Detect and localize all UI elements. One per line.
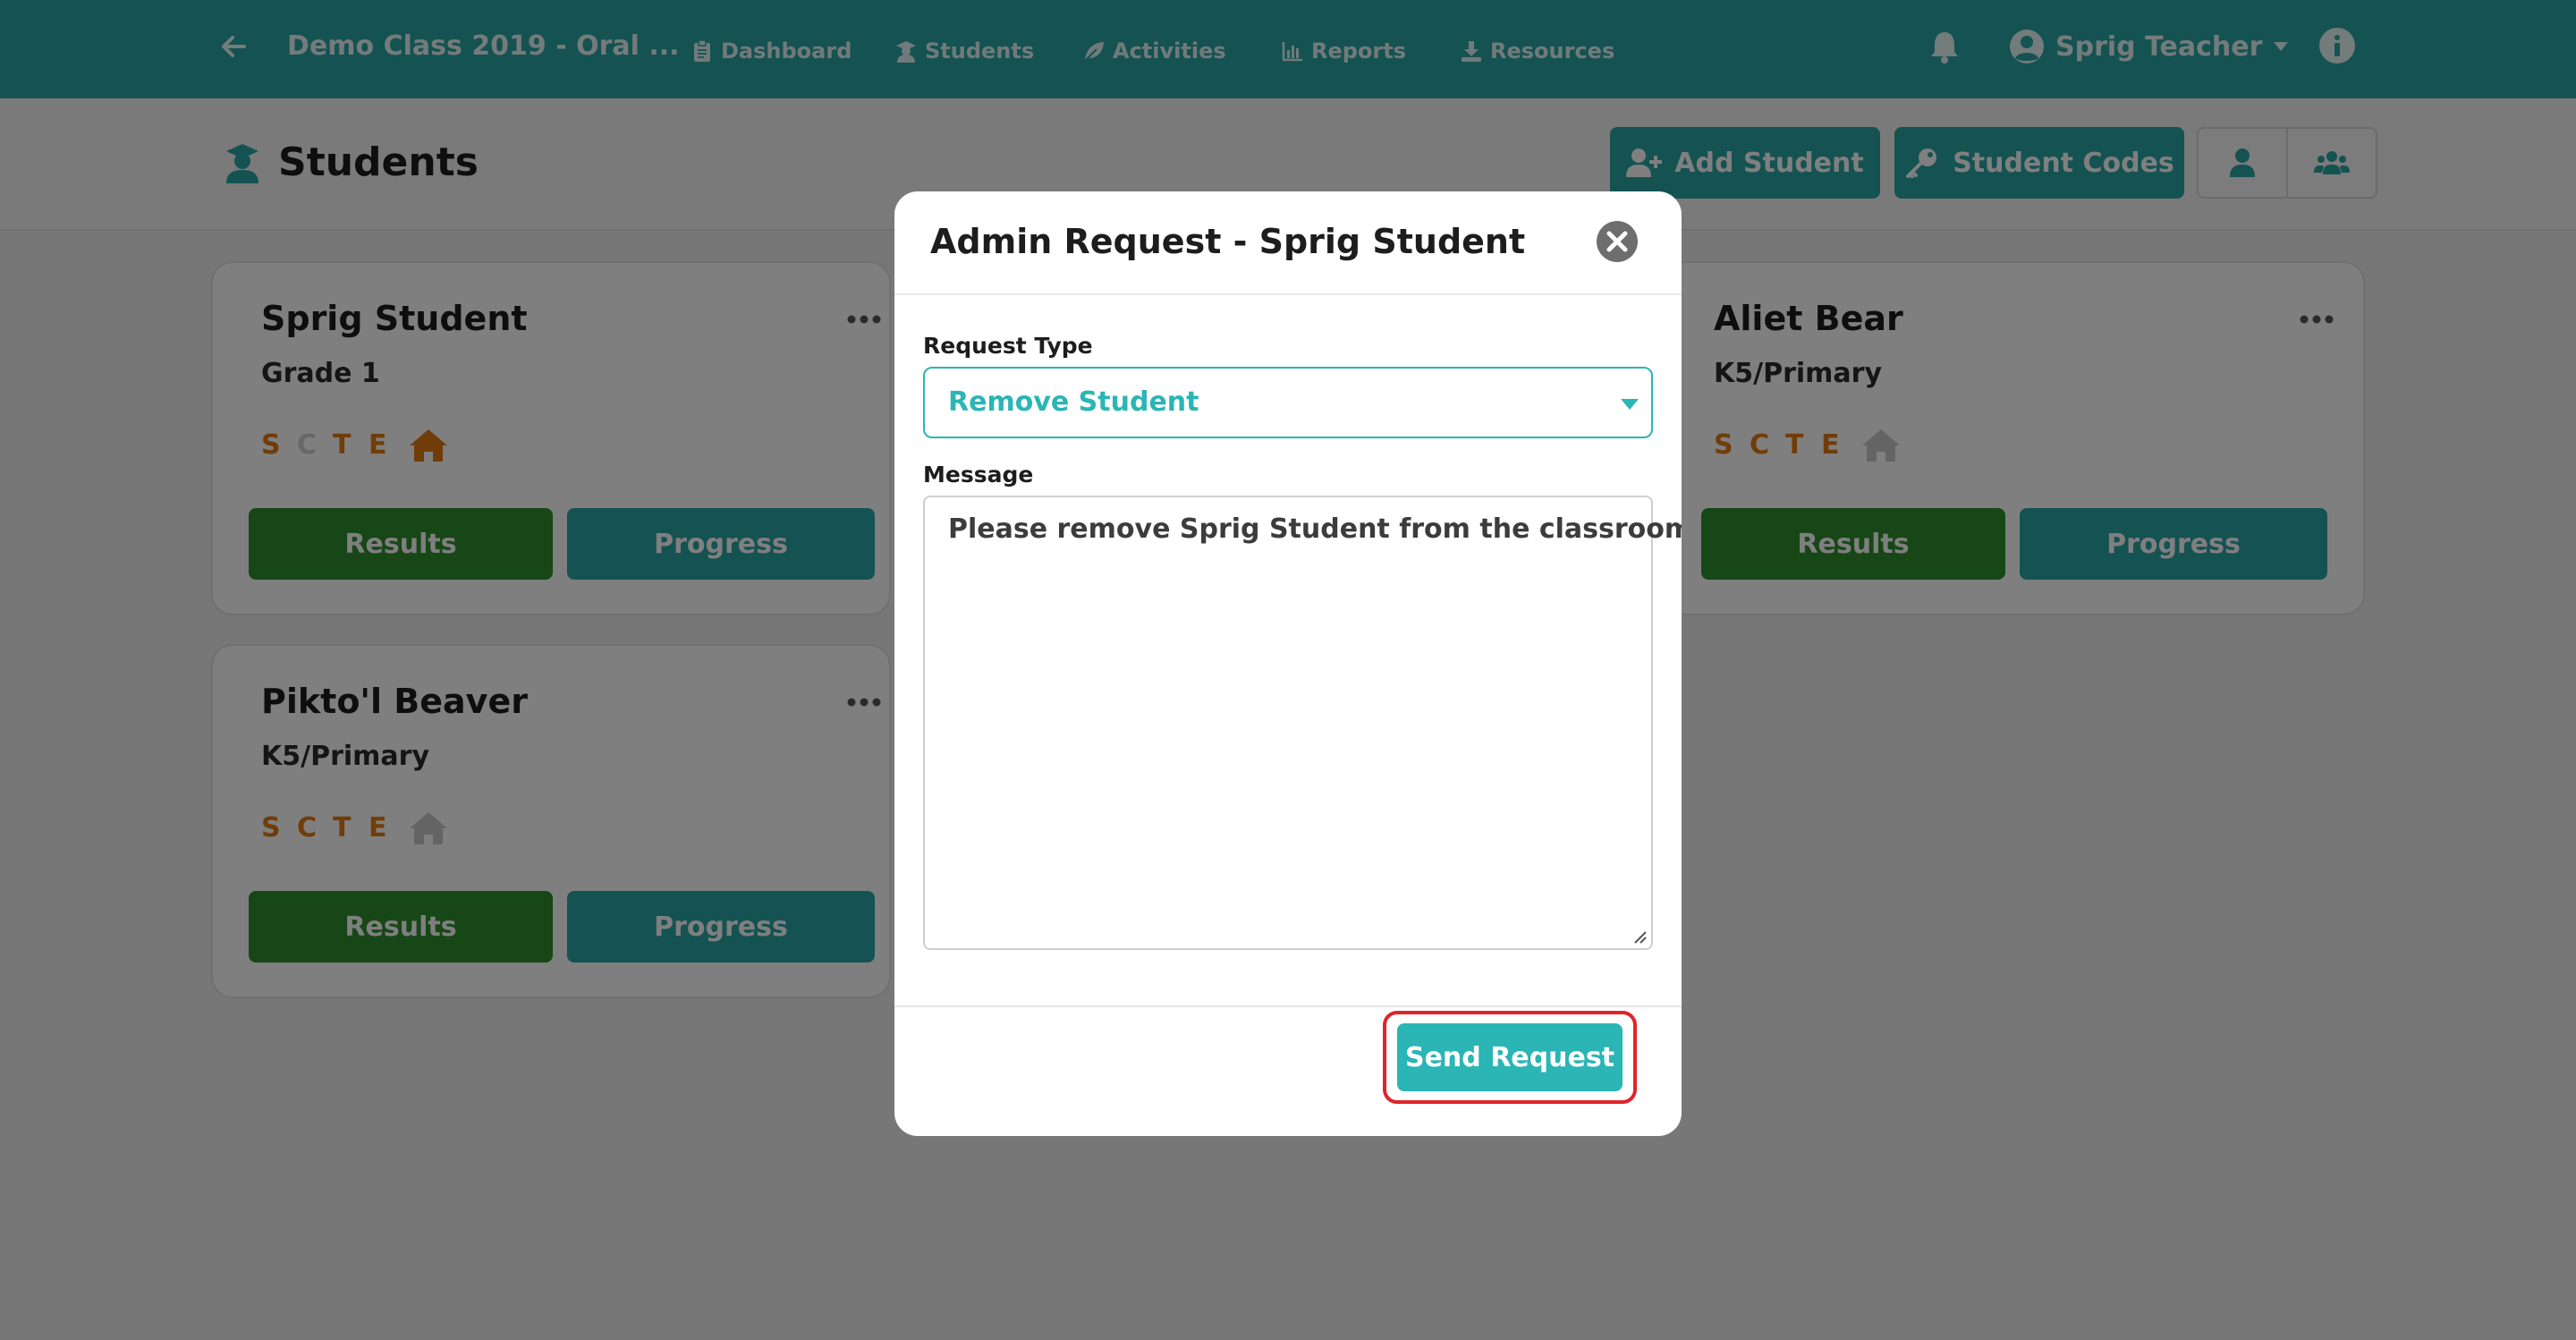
admin-request-modal: Admin Request - Sprig Student Request Ty… <box>894 191 1682 1136</box>
request-type-select[interactable]: Remove Student <box>923 367 1653 438</box>
send-request-highlight: Send Request <box>1383 1011 1637 1104</box>
modal-title: Admin Request - Sprig Student <box>930 222 1526 261</box>
send-request-button[interactable]: Send Request <box>1397 1023 1623 1091</box>
close-icon[interactable] <box>1596 220 1639 263</box>
message-text: Please remove Sprig Student from the cla… <box>948 513 1682 545</box>
modal-header: Admin Request - Sprig Student <box>894 191 1682 295</box>
message-textarea[interactable]: Please remove Sprig Student from the cla… <box>923 496 1682 950</box>
message-label: Message <box>923 462 1034 488</box>
chevron-down-icon <box>1621 399 1639 410</box>
request-type-value: Remove Student <box>948 386 1199 418</box>
modal-footer: Send Request <box>894 1005 1682 1136</box>
request-type-label: Request Type <box>923 333 1093 359</box>
resize-grip-icon[interactable] <box>1631 929 1648 945</box>
